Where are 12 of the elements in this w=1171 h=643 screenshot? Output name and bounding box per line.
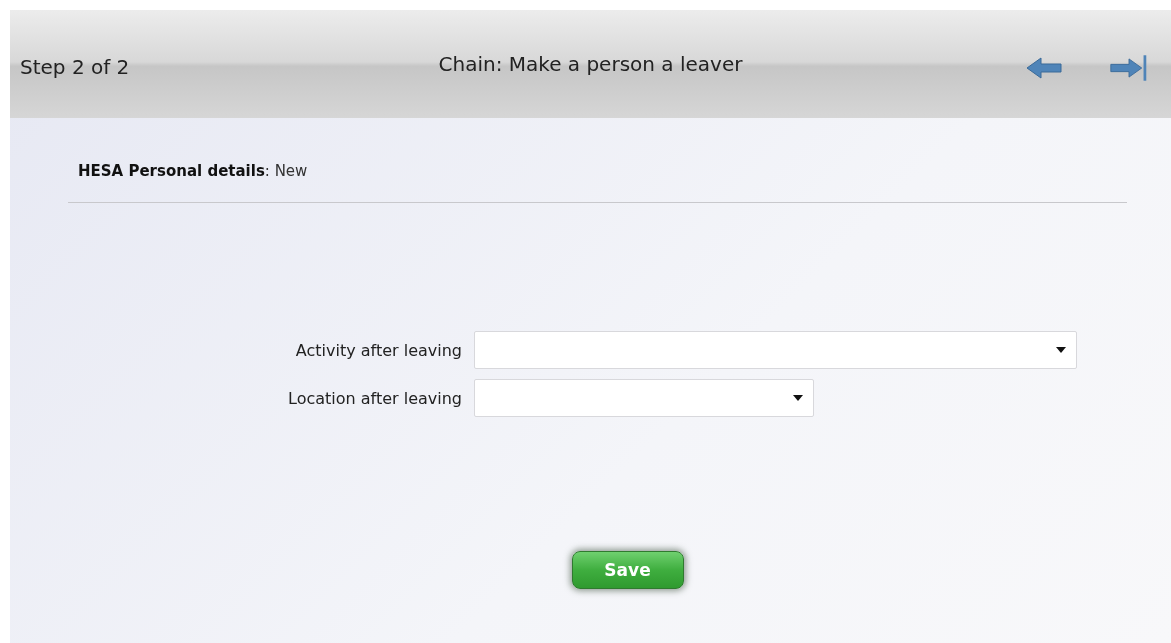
caret-icon — [1056, 347, 1066, 353]
field-label: Activity after leaving — [294, 340, 463, 360]
save-button[interactable]: Save — [571, 551, 684, 589]
last-arrow-icon[interactable] — [1109, 54, 1149, 82]
back-arrow-icon[interactable] — [1025, 54, 1065, 82]
caret-icon — [793, 395, 803, 401]
page-title: Chain: Make a person a leaver — [437, 51, 744, 78]
dropdown-field[interactable] — [474, 331, 1077, 369]
field-label: Location after leaving — [287, 388, 463, 408]
step-counter: Step 2 of 2 — [19, 55, 131, 79]
dropdown-field[interactable] — [474, 379, 814, 417]
section-heading: HESA Personal details: New — [78, 162, 309, 180]
